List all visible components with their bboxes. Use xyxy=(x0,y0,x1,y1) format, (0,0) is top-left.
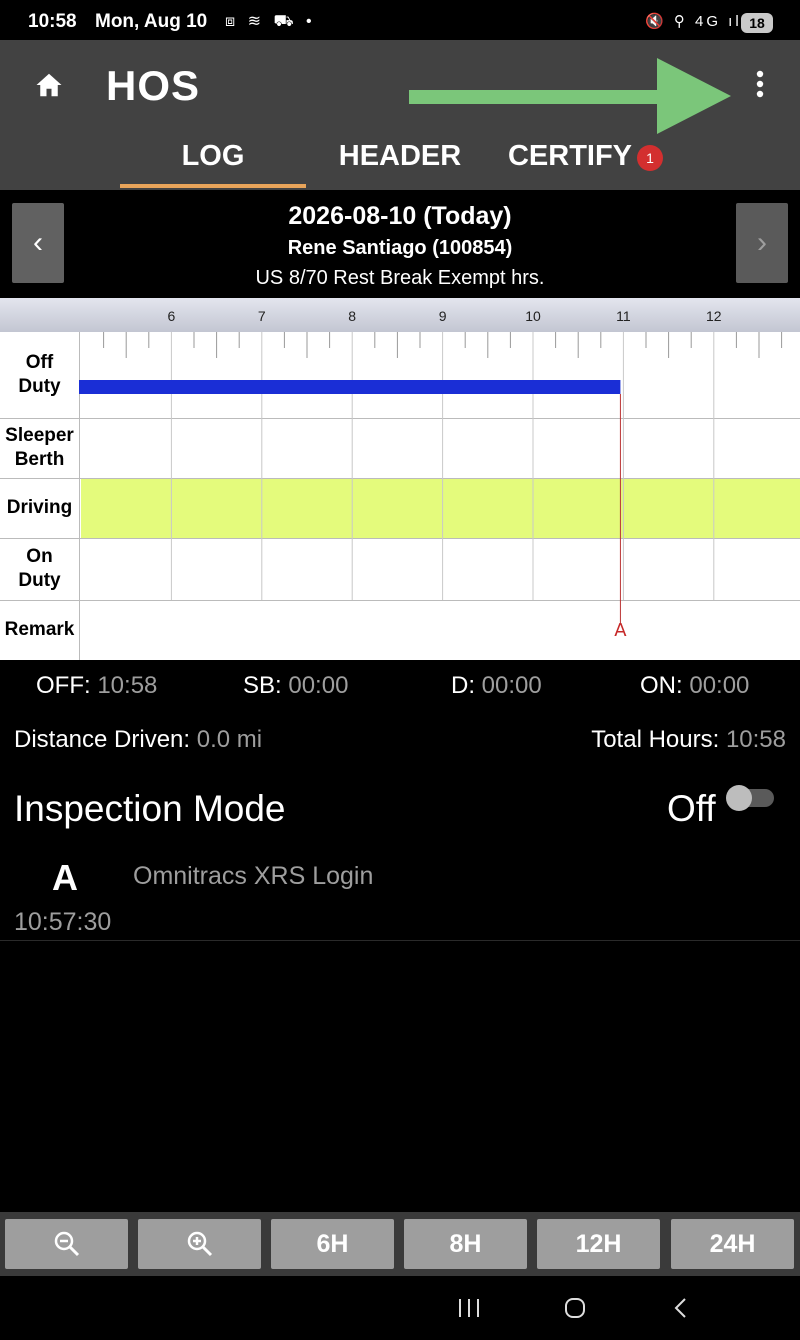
total-on: ON: 00:00 xyxy=(640,672,750,699)
recent-apps-icon[interactable] xyxy=(455,1296,483,1320)
tab-header[interactable]: HEADER xyxy=(330,140,470,173)
status-notification-icons: ⧈ ≋ ⛟ • xyxy=(225,13,316,30)
status-date: Mon, Aug 10 xyxy=(95,11,208,32)
total-hours-value: 10:58 xyxy=(725,726,786,753)
home-icon[interactable] xyxy=(34,70,64,100)
system-nav-bar xyxy=(0,1276,800,1340)
zoom-out-button[interactable] xyxy=(5,1219,128,1269)
total-driving: D: 00:00 xyxy=(451,672,542,699)
driver-name: Rene Santiago (100854) xyxy=(287,237,513,259)
total-off-value: 10:58 xyxy=(97,672,158,699)
hour-label: 11 xyxy=(616,308,631,324)
zoom-12h-button[interactable]: 12H xyxy=(537,1219,660,1269)
tab-log[interactable]: LOG xyxy=(120,140,306,173)
app-bar: HOS LOG HEADER CERTIFY 1 xyxy=(0,40,800,190)
distance-value: 0.0 mi xyxy=(196,726,263,753)
off-duty-status-line xyxy=(79,380,621,394)
inspection-mode-state: Off xyxy=(667,788,716,829)
zoom-in-icon xyxy=(187,1231,212,1257)
row-label-driving: Driving xyxy=(6,497,73,518)
duty-status-graph[interactable]: 6 7 8 9 10 11 12 A Off Duty Sleeper Berth Drivi… xyxy=(0,298,800,660)
hour-label: 10 xyxy=(525,308,541,324)
overflow-menu-icon[interactable] xyxy=(744,66,776,106)
total-sb-value: 00:00 xyxy=(288,672,349,699)
page-title: HOS xyxy=(106,62,201,109)
hour-label: 8 xyxy=(348,308,356,324)
remark-marker: A xyxy=(614,620,627,641)
log-date-header: ‹ 2026-08-10 (Today) Rene Santiago (1008… xyxy=(0,190,800,298)
ruleset-label: US 8/70 Rest Break Exempt hrs. xyxy=(255,267,545,289)
graph-grid: 6 7 8 9 10 11 12 A xyxy=(0,308,800,660)
event-time: 10:57:30 xyxy=(14,908,112,936)
status-bar: 10:58 Mon, Aug 10 ⧈ ≋ ⛟ • 🔇 ⚲ 4G ıl 18 xyxy=(0,0,800,40)
total-on-value: 00:00 xyxy=(689,672,750,699)
total-off: OFF: 10:58 xyxy=(36,672,158,699)
zoom-out-icon xyxy=(54,1231,79,1257)
status-time: 10:58 xyxy=(28,11,77,32)
certify-count-badge: 1 xyxy=(637,145,663,171)
back-icon[interactable] xyxy=(667,1296,695,1320)
home-nav-icon[interactable] xyxy=(561,1296,589,1320)
green-arrow-annotation xyxy=(409,58,731,134)
zoom-24h-button[interactable]: 24H xyxy=(671,1219,794,1269)
log-date: 2026-08-10 (Today) xyxy=(288,202,512,230)
hour-label: 9 xyxy=(439,308,447,324)
row-label-off-duty: Off Duty xyxy=(18,352,61,397)
distance-driven: Distance Driven: 0.0 mi xyxy=(14,726,263,753)
tab-certify[interactable]: CERTIFY xyxy=(505,140,635,173)
inspection-mode-toggle[interactable] xyxy=(726,785,774,811)
row-label-sleeper-berth: Sleeper Berth xyxy=(5,425,74,470)
list-divider xyxy=(0,940,800,941)
total-driving-value: 00:00 xyxy=(481,672,542,699)
next-day-button[interactable]: › xyxy=(736,203,788,283)
zoom-8h-button[interactable]: 8H xyxy=(404,1219,527,1269)
hour-label: 6 xyxy=(168,308,176,324)
zoom-bar: 6H 8H 12H 24H xyxy=(0,1212,800,1276)
status-system-icons: 🔇 ⚲ 4G ıl xyxy=(645,13,742,30)
total-hours: Total Hours: 10:58 xyxy=(591,726,786,753)
row-label-on-duty: On Duty xyxy=(18,546,61,591)
toggle-knob xyxy=(726,785,752,811)
zoom-6h-button[interactable]: 6H xyxy=(271,1219,394,1269)
battery-icon: 18 xyxy=(741,13,773,33)
event-code: A xyxy=(52,857,78,898)
driving-row-band xyxy=(81,478,800,538)
total-sb: SB: 00:00 xyxy=(243,672,349,699)
hour-label: 12 xyxy=(706,308,722,324)
tab-selected-indicator xyxy=(120,184,306,188)
hour-label: 7 xyxy=(258,308,266,324)
event-description: Omnitracs XRS Login xyxy=(133,862,374,890)
inspection-mode-label: Inspection Mode xyxy=(14,788,286,829)
zoom-in-button[interactable] xyxy=(138,1219,261,1269)
row-label-remark: Remark xyxy=(4,619,75,640)
